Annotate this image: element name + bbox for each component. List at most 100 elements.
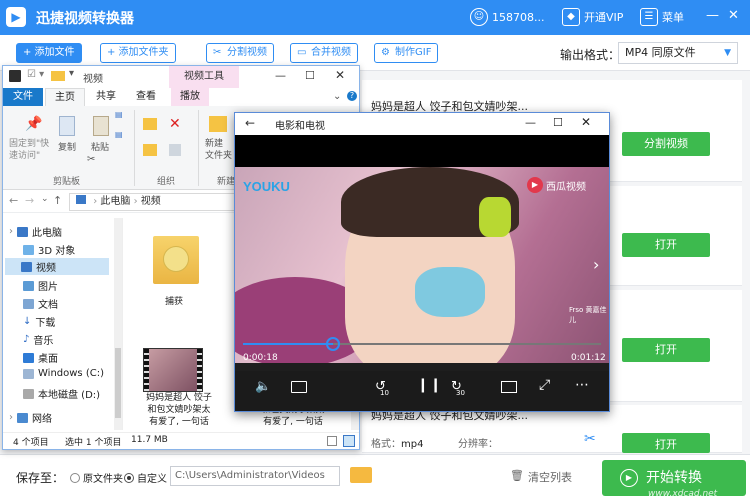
minimize-icon[interactable]: — [275,69,286,82]
explorer-status-bar: 4 个项目 选中 1 个项目 11.7 MB [3,432,359,449]
maximize-icon[interactable]: ☐ [553,116,563,129]
tab-file[interactable]: 文件 [3,88,43,106]
subtitles-icon[interactable] [291,381,307,393]
paste-label: 粘贴 [91,143,110,153]
open-item-button[interactable]: 打开 [622,338,710,362]
menu-button[interactable]: ☰ 菜单 [640,8,684,26]
delete-icon[interactable]: ✕ [169,116,181,132]
nav-label: 音乐 [33,336,54,347]
close-icon[interactable]: ✕ [335,68,345,82]
close-icon[interactable]: ✕ [728,8,739,23]
file-name: 捕获 [165,297,184,307]
back-arrow-icon[interactable]: ← [9,194,18,207]
network-icon [17,412,28,423]
xigua-logo: ▶ 西瓜视频 [527,177,586,193]
nav-label: 桌面 [38,354,58,365]
rename-icon[interactable] [169,144,181,156]
close-icon[interactable]: ✕ [581,115,591,129]
navigation-pane: › 此电脑 3D 对象 视频 图片 文档 ↓ 下载 ♪ 音乐 桌面 Windows (… [3,218,123,430]
video-folder-icon [76,195,86,204]
large-icons-view-icon[interactable] [343,435,355,447]
music-icon: ♪ [23,334,30,345]
format-label: 格式： [371,439,401,450]
back-arrow-icon[interactable]: ← [245,116,255,130]
quick-toolbar-dropdown-icon[interactable]: ▾ [69,68,74,79]
ribbon-collapse-icon[interactable]: ⌄ [333,91,341,102]
open-item-button[interactable]: 打开 [622,233,710,257]
vip-button[interactable]: ◆ 开通VIP [562,8,623,26]
nav-item-downloads[interactable]: ↓ 下载 [23,314,55,329]
list-item[interactable]: 妈妈是超人 饺子和包文婧吵架... 格式：mp4 分辨率： ✂ 打开 [362,405,742,453]
mini-view-icon[interactable] [501,381,517,393]
chevron-right-icon[interactable]: › [593,255,599,274]
output-format-select[interactable]: MP4 同原文件 ▼ [618,42,738,64]
nav-item-this-pc[interactable]: › 此电脑 [9,224,62,239]
pause-icon[interactable]: ❙❙ [417,377,442,393]
breadcrumb-this-pc[interactable]: 此电脑 [100,196,130,207]
breadcrumb-videos[interactable]: 视频 [141,196,161,207]
seek-bar[interactable] [243,337,601,351]
scissors-icon[interactable]: ✂ [584,431,596,447]
merge-video-button[interactable]: ▭ 合并视频 [290,43,358,63]
open-item-button[interactable]: 打开 [622,433,710,453]
make-gif-label: 制作GIF [395,47,432,58]
video-thumbnail[interactable] [143,348,203,392]
nav-item-network[interactable]: › 网络 [9,410,52,425]
help-icon[interactable]: ? [347,91,357,101]
copy-to-icon[interactable] [143,144,157,156]
save-path-input[interactable]: C:\Users\Administrator\Videos [170,466,340,486]
copy-icon[interactable] [59,116,75,136]
seek-bar-fill [243,343,333,345]
nav-item-pictures[interactable]: 图片 [23,278,58,293]
nav-item-c-drive[interactable]: Windows (C:) [23,368,104,379]
cut-icon[interactable]: ▤ [115,110,123,119]
nav-item-d-drive[interactable]: 本地磁盘 (D:) [23,386,100,401]
nav-item-3d-objects[interactable]: 3D 对象 [23,242,75,257]
tab-play[interactable]: 播放 [171,88,209,106]
tab-view[interactable]: 查看 [127,88,165,106]
time-current: 0:00:18 [243,353,278,363]
details-view-icon[interactable] [327,436,337,446]
player-title: 电影和电视 [275,121,325,132]
add-file-button[interactable]: + 添加文件 [16,43,82,63]
fullscreen-icon[interactable]: ⤢ [539,377,550,393]
copy-path-icon[interactable]: ▤ [115,130,123,139]
make-gif-button[interactable]: ⚙ 制作GIF [374,43,439,63]
nav-scrollbar[interactable] [114,218,122,430]
nav-item-music[interactable]: ♪ 音乐 [23,332,53,347]
add-folder-button[interactable]: + 添加文件夹 [100,43,176,63]
tab-share[interactable]: 共享 [87,88,125,106]
file-item[interactable] [153,230,199,286]
split-video-item-button[interactable]: 分割视频 [622,132,710,156]
recent-locations-icon[interactable]: ⌄ [41,194,49,204]
nav-item-videos[interactable]: 视频 [5,258,109,275]
quick-access-icons[interactable]: ☑ ▾ [27,69,44,80]
user-account[interactable]: ☺ 158708... [470,8,544,26]
nav-item-documents[interactable]: 文档 [23,296,58,311]
minimize-icon[interactable]: — [706,8,719,23]
format-info: 格式：mp4 [371,435,423,450]
radio-custom[interactable]: 自定义 [124,470,167,485]
tab-home[interactable]: 主页 [45,88,85,106]
new-folder-icon[interactable] [209,116,227,132]
up-arrow-icon[interactable]: ↑ [53,194,62,207]
split-video-button[interactable]: ✂ 分割视频 [206,43,274,63]
paste-icon[interactable] [93,116,109,136]
nav-item-desktop[interactable]: 桌面 [23,350,58,365]
folder-icon[interactable] [350,467,372,483]
volume-icon[interactable]: 🔈 [255,379,271,394]
move-to-icon[interactable] [143,118,157,130]
seek-bar-thumb[interactable] [325,337,340,351]
nav-label: 网络 [32,414,52,425]
forward-arrow-icon[interactable]: → [25,194,34,207]
player-title-bar: ← 电影和电视 — ☐ ✕ [235,113,609,135]
clear-list-button[interactable]: 🗑 清空列表 [510,469,572,485]
minimize-icon[interactable]: — [525,116,536,129]
pin-icon[interactable]: 📌 [25,116,42,132]
scissors-icon[interactable]: ✂ [87,154,95,165]
merge-video-label: 合并视频 [311,47,351,58]
nav-scrollbar-thumb[interactable] [115,348,121,418]
radio-original-folder[interactable]: 原文件夹 [70,470,123,485]
more-options-icon[interactable]: ⋯ [575,377,589,393]
maximize-icon[interactable]: ☐ [305,69,315,82]
